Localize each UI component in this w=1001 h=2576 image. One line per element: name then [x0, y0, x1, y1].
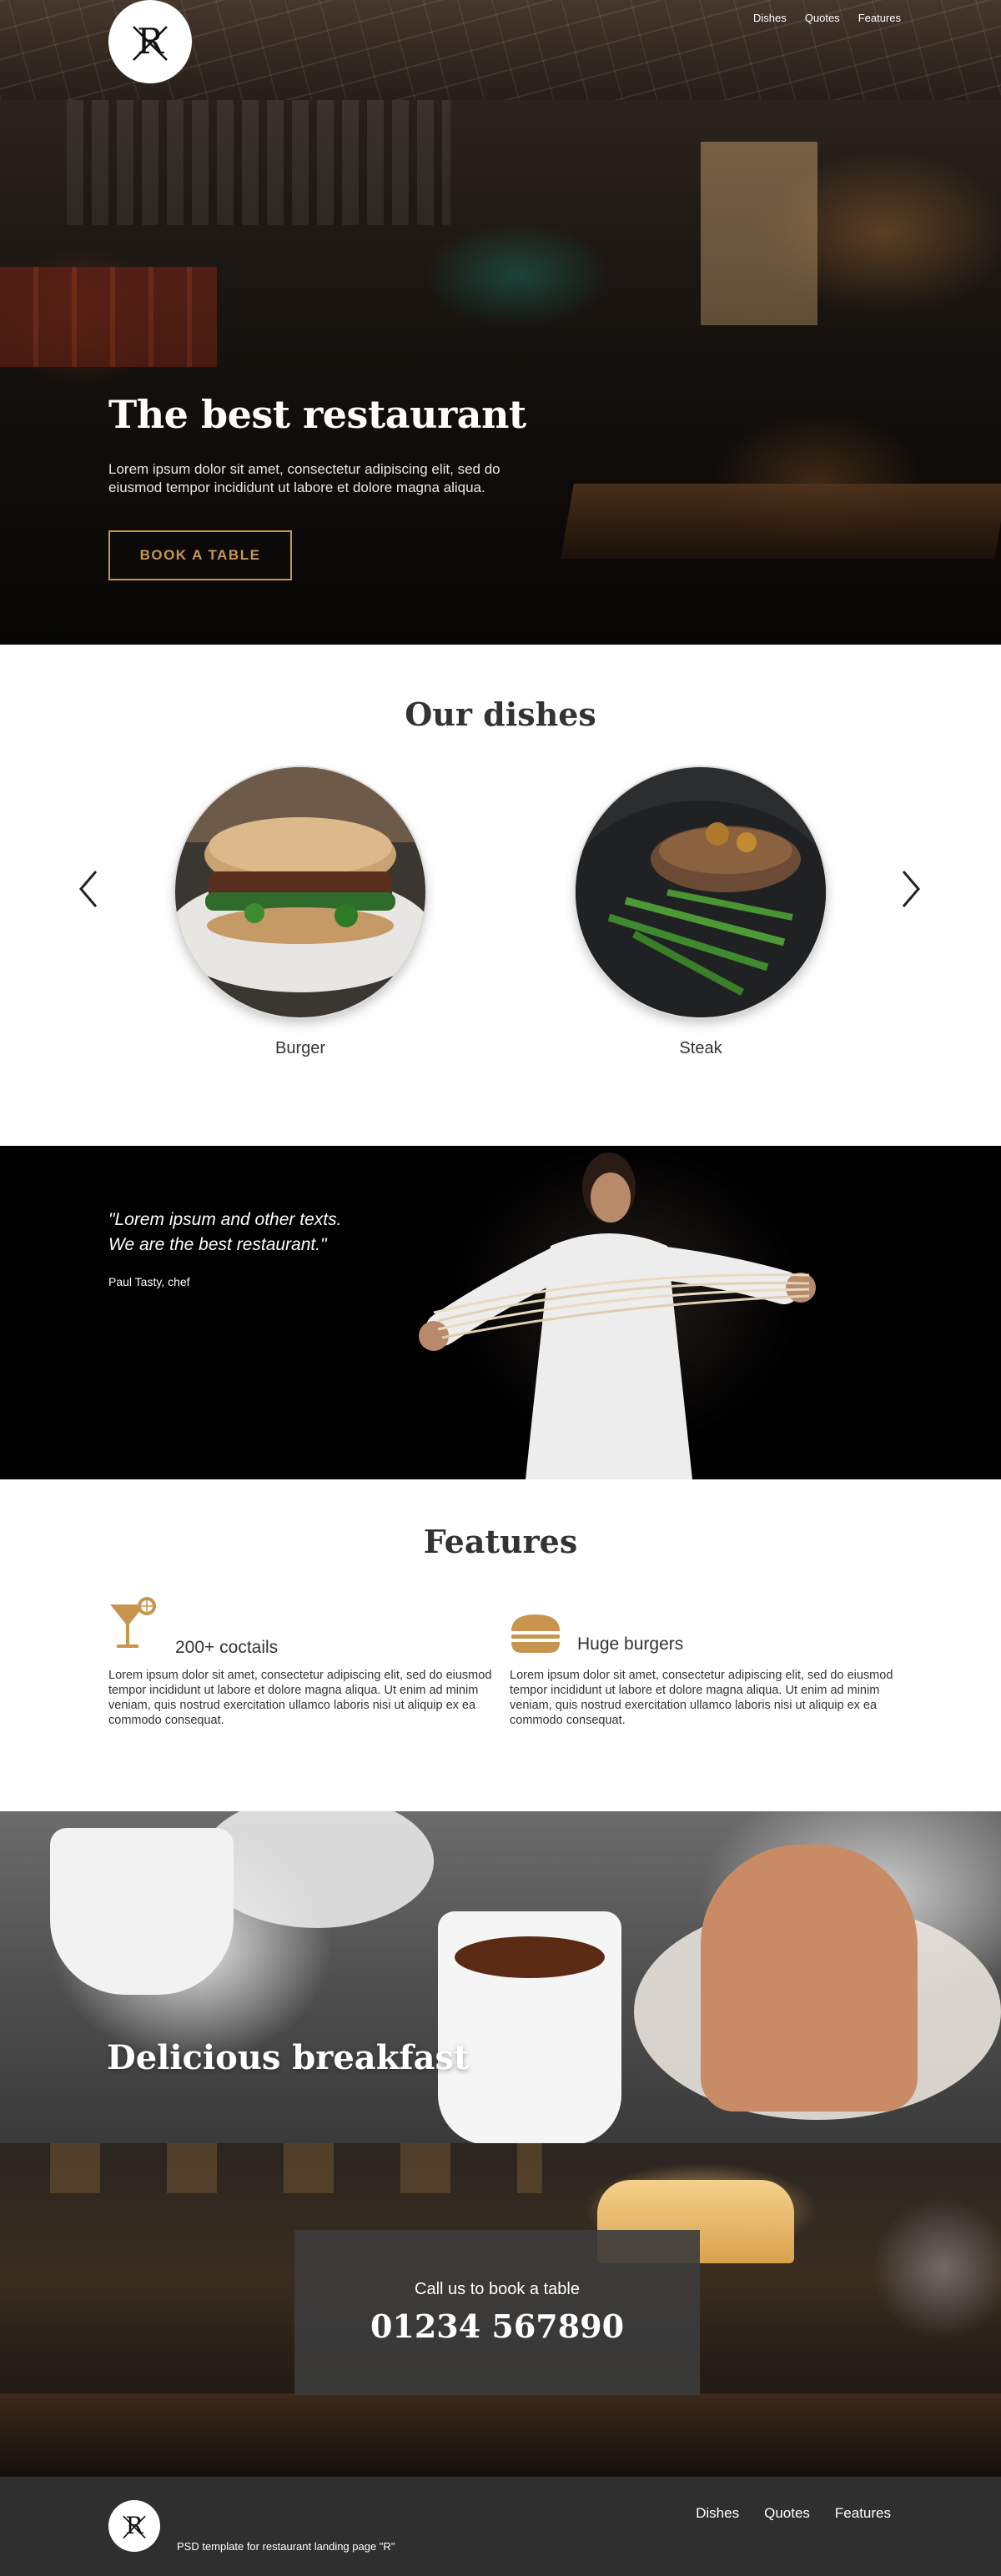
book-table-button[interactable]: BOOK A TABLE [108, 530, 292, 580]
breakfast-plate [200, 1811, 434, 1928]
feature-burgers-body: Lorem ipsum dolor sit amet, consectetur … [510, 1669, 893, 1727]
call-bar-counter [0, 2393, 1001, 2477]
call-wall-frames [25, 2143, 542, 2193]
breakfast-tea [455, 1936, 605, 1978]
chef-photo [419, 1152, 816, 1479]
feature-cocktails-body: Lorem ipsum dolor sit amet, consectetur … [108, 1669, 492, 1727]
nav-features-link[interactable]: Features [858, 12, 901, 24]
quote-section: "Lorem ipsum and other texts. We are the… [0, 1146, 1001, 1479]
breakfast-title: Delicious breakfast [107, 2038, 470, 2077]
steak-photo [576, 767, 826, 1017]
burger-icon [511, 1614, 560, 1653]
steak-image[interactable] [576, 767, 826, 1017]
chevron-left-icon [79, 871, 98, 907]
burger-photo [175, 767, 425, 1017]
footer-nav-quotes-link[interactable]: Quotes [764, 2505, 810, 2522]
breakfast-hand [701, 1845, 918, 2112]
burger-name: Burger [274, 1039, 326, 1057]
logo-icon: R [133, 21, 168, 62]
breakfast-cup-left [50, 1828, 234, 1995]
quote-text: "Lorem ipsum and other texts. We are the… [108, 1208, 392, 1258]
footer-nav-dishes-link[interactable]: Dishes [696, 2505, 739, 2522]
hero-title: The best restaurant [108, 392, 526, 437]
burger-image[interactable] [175, 767, 425, 1017]
steak-name: Steak [679, 1039, 722, 1057]
svg-text:R: R [137, 21, 164, 62]
dishes-next-arrow[interactable] [894, 864, 928, 914]
feature-burgers-title: Huge burgers [577, 1634, 684, 1654]
quote-line-2: We are the best restaurant." [108, 1235, 327, 1254]
call-label: Call us to book a table [415, 2280, 580, 2298]
hero-section: R Dishes Quotes Features The best restau… [0, 0, 1001, 645]
footer-text: PSD template for restaurant landing page… [177, 2540, 395, 2553]
footer-logo[interactable]: R [108, 2500, 160, 2552]
header-logo[interactable]: R [108, 0, 192, 83]
call-box: Call us to book a table 01234 567890 [294, 2230, 700, 2395]
footer-nav: Dishes Quotes Features [696, 2505, 891, 2522]
cocktail-icon [110, 1597, 156, 1648]
footer: R PSD template for restaurant landing pa… [0, 2477, 1001, 2576]
call-section: Call us to book a table 01234 567890 [0, 2143, 1001, 2477]
features-title: Features [423, 1523, 578, 1560]
hero-text: Lorem ipsum dolor sit amet, consectetur … [108, 461, 500, 495]
nav-dishes-link[interactable]: Dishes [753, 12, 787, 24]
chevron-right-icon [902, 871, 920, 907]
phone-number-link[interactable]: 01234 567890 [370, 2307, 624, 2345]
dishes-prev-arrow[interactable] [72, 864, 105, 914]
feature-cocktails-title: 200+ coctails [175, 1638, 279, 1657]
dishes-title: Our dishes [405, 695, 596, 733]
footer-nav-features-link[interactable]: Features [835, 2505, 891, 2522]
nav-quotes-link[interactable]: Quotes [805, 12, 840, 24]
header-nav: Dishes Quotes Features [753, 12, 901, 24]
breakfast-section: Delicious breakfast [0, 1811, 1001, 2143]
quote-line-1: "Lorem ipsum and other texts. [108, 1210, 342, 1229]
logo-icon: R [123, 2513, 146, 2539]
quote-author: Paul Tasty, chef [108, 1275, 190, 1288]
